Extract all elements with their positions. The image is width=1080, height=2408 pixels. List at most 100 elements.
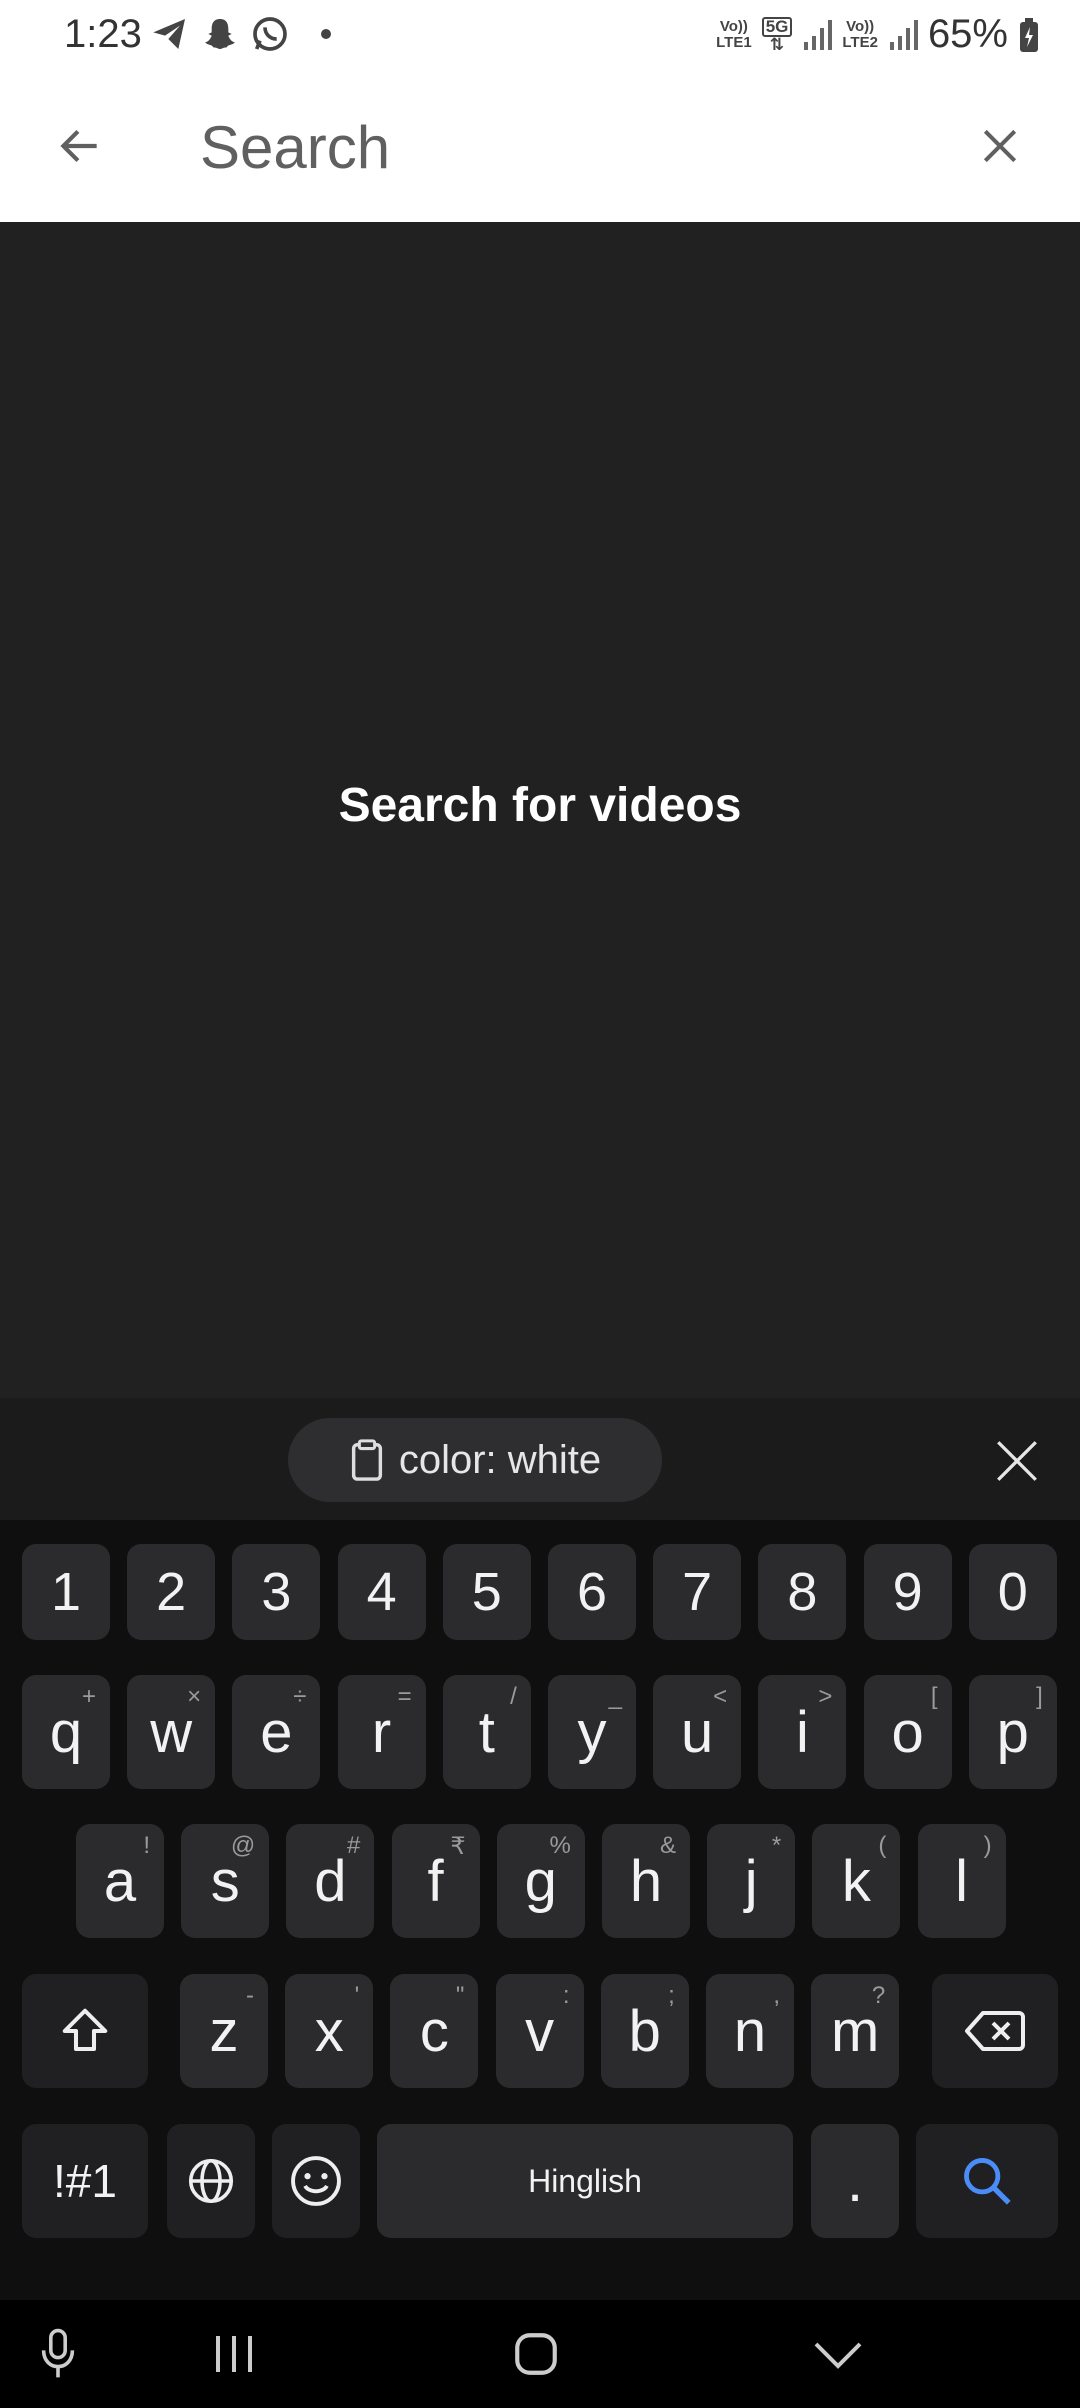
search-input[interactable]	[200, 102, 960, 192]
clear-button[interactable]	[960, 106, 1040, 186]
key-0[interactable]: 0	[968, 1544, 1057, 1640]
key-i[interactable]: i >	[758, 1675, 847, 1789]
key-4-label: 4	[366, 1562, 397, 1622]
key-r[interactable]: r =	[337, 1675, 426, 1789]
key-q-alt-label: +	[81, 1683, 96, 1710]
toolbar-close-button[interactable]	[988, 1432, 1046, 1490]
recent-apps-button[interactable]	[205, 2324, 265, 2384]
key-7[interactable]: 7	[653, 1544, 742, 1640]
back-button[interactable]	[40, 106, 120, 186]
clipboard-suggestion-chip[interactable]: color: white	[288, 1418, 662, 1502]
empty-state-message: Search for videos	[338, 779, 742, 832]
key-b-label: b	[628, 1998, 661, 2064]
key-8[interactable]: 8	[758, 1544, 847, 1640]
key-m[interactable]: m?	[811, 1974, 900, 2088]
symbols-key[interactable]: !#1	[22, 2124, 148, 2238]
recent-apps-icon	[216, 2336, 252, 2372]
key-7-label: 7	[682, 1562, 713, 1622]
clipboard-text: color: white	[398, 1437, 602, 1482]
key-e-alt-label: ÷	[293, 1683, 307, 1710]
key-q[interactable]: q +	[22, 1675, 110, 1789]
key-x[interactable]: x '	[285, 1974, 374, 2088]
period-key[interactable]: .	[811, 2124, 899, 2238]
whatsapp-icon	[253, 17, 287, 51]
space-key[interactable]: Hinglish	[377, 2124, 793, 2238]
key-o[interactable]: o[	[863, 1675, 952, 1789]
key-g-alt-label: %	[549, 1832, 571, 1859]
key-k[interactable]: k(	[812, 1824, 901, 1938]
key-w[interactable]: w ×	[127, 1675, 216, 1789]
key-t[interactable]: t /	[442, 1675, 531, 1789]
key-3[interactable]: 3	[232, 1544, 321, 1640]
key-a[interactable]: a!	[76, 1824, 164, 1938]
key-n[interactable]: n,	[706, 1974, 794, 2088]
key-v-label: v	[525, 1998, 555, 2064]
emoji-icon	[291, 2156, 341, 2206]
results-area: Search for videos	[0, 222, 1080, 1398]
key-h-label: h	[629, 1848, 663, 1914]
key-2[interactable]: 2	[127, 1544, 216, 1640]
emoji-key[interactable]	[272, 2124, 360, 2238]
key-y-alt-label: _	[608, 1683, 622, 1710]
globe-icon	[188, 2158, 234, 2204]
keyboard-toolbar: color: white	[0, 1398, 1080, 1520]
key-n-alt-label: ,	[773, 1982, 780, 2009]
key-e[interactable]: e ÷	[232, 1675, 321, 1789]
key-j-alt-label: *	[771, 1832, 782, 1859]
space-key-label: Hinglish	[528, 2162, 642, 2199]
key-c[interactable]: c "	[390, 1974, 479, 2088]
voice-input-button[interactable]	[28, 2324, 88, 2384]
key-j[interactable]: j *	[707, 1824, 796, 1938]
language-key[interactable]	[167, 2124, 255, 2238]
key-b[interactable]: b;	[600, 1974, 689, 2088]
key-5[interactable]: 5	[442, 1544, 531, 1640]
key-p-label: p	[996, 1699, 1029, 1765]
key-6[interactable]: 6	[548, 1544, 636, 1640]
key-x-alt-label: '	[354, 1982, 360, 2009]
key-f[interactable]: f ₹	[391, 1824, 480, 1938]
backspace-key[interactable]	[932, 1974, 1058, 2088]
search-enter-key[interactable]	[916, 2124, 1058, 2238]
key-c-alt-label: "	[455, 1982, 465, 2009]
key-d[interactable]: d #	[286, 1824, 375, 1938]
search-app-bar	[0, 72, 1080, 222]
telegram-icon	[153, 19, 185, 49]
key-w-label: w	[150, 1699, 193, 1765]
hide-keyboard-button[interactable]	[808, 2324, 868, 2384]
microphone-icon	[41, 2328, 75, 2378]
key-i-alt-label: >	[818, 1683, 833, 1710]
key-t-label: t	[478, 1699, 495, 1765]
key-3-label: 3	[261, 1562, 292, 1622]
key-o-label: o	[891, 1699, 924, 1765]
sim1-label: Vo)) LTE1	[716, 17, 752, 51]
key-k-alt-label: (	[878, 1832, 887, 1859]
status-time: 1:23	[64, 12, 142, 56]
home-button[interactable]	[506, 2324, 566, 2384]
key-l[interactable]: l)	[917, 1824, 1006, 1938]
key-9[interactable]: 9	[863, 1544, 952, 1640]
snapchat-icon	[205, 19, 235, 49]
key-1[interactable]: 1	[22, 1544, 110, 1640]
key-1-label: 1	[50, 1562, 82, 1622]
key-g[interactable]: g%	[496, 1824, 585, 1938]
keyboard: color: white 1 2 3 4 5 6 7 8 9 0 q + w × e ÷ r = t / y _ u < i > o…	[0, 1398, 1080, 2408]
shift-key[interactable]	[22, 1974, 148, 2088]
key-u[interactable]: u <	[653, 1675, 742, 1789]
key-p[interactable]: p]	[968, 1675, 1057, 1789]
key-0-label: 0	[997, 1562, 1028, 1622]
key-z[interactable]: z-	[180, 1974, 268, 2088]
key-8-label: 8	[787, 1562, 818, 1622]
key-h[interactable]: h &	[602, 1824, 690, 1938]
key-4[interactable]: 4	[337, 1544, 426, 1640]
search-icon	[964, 2158, 1011, 2205]
key-a-label: a	[103, 1848, 137, 1914]
key-y[interactable]: y _	[548, 1675, 636, 1789]
close-icon	[983, 129, 1017, 163]
data-arrows-icon: ⇅	[769, 34, 785, 54]
key-v[interactable]: v:	[495, 1974, 584, 2088]
key-s[interactable]: s @	[181, 1824, 270, 1938]
key-y-label: y	[577, 1699, 607, 1765]
symbols-key-label: !#1	[53, 2155, 117, 2207]
key-n-label: n	[733, 1998, 767, 2064]
key-x-label: x	[314, 1998, 344, 2064]
